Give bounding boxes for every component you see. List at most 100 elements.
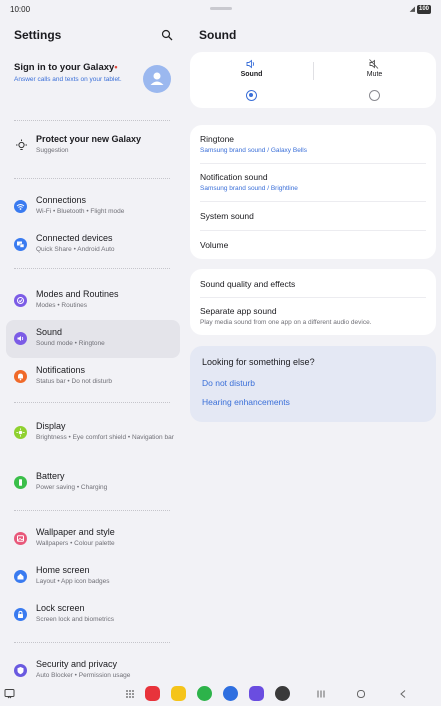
volume-row[interactable]: Volume xyxy=(190,230,436,259)
sidebar-item-notifications[interactable]: Notifications Status bar • Do not distur… xyxy=(6,358,180,396)
row-title: Ringtone xyxy=(200,134,235,144)
ringtone-row[interactable]: Ringtone Samsung brand sound / Galaxy Be… xyxy=(190,125,436,163)
status-time: 10:00 xyxy=(10,5,31,14)
sidebar-item-sub: Status bar • Do not disturb xyxy=(36,378,112,385)
sound-detail-pane: Sound Sound Mute Ringtone Samsung brand … xyxy=(190,18,436,684)
row-description: Play media sound from one app on a diffe… xyxy=(200,319,372,326)
bell-icon xyxy=(14,370,27,383)
devices-icon xyxy=(14,238,27,251)
sidebar-item-label: Connected devices xyxy=(36,233,113,243)
speaker-icon xyxy=(246,59,255,69)
sidebar-item-sub: Power saving • Charging xyxy=(36,484,108,491)
sidebar-item-display[interactable]: Display Brightness • Eye comfort shield … xyxy=(6,414,180,452)
sidebar-item-sub: Screen lock and biometrics xyxy=(36,616,115,623)
divider xyxy=(14,120,170,121)
sound-mode-option[interactable]: Sound xyxy=(190,52,313,108)
sound-settings-card: Ringtone Samsung brand sound / Galaxy Be… xyxy=(190,125,436,259)
apps-grid-icon[interactable] xyxy=(125,689,135,699)
sidebar-item-sub: Sound mode • Ringtone xyxy=(36,340,105,347)
sound-mode-card: Sound Mute xyxy=(190,52,436,108)
suggestion-subtitle: Suggestion xyxy=(36,147,69,154)
row-title: Sound quality and effects xyxy=(200,279,296,289)
lock-icon xyxy=(14,608,27,621)
pane-handle[interactable] xyxy=(210,7,232,10)
sidebar-item-sub: Wi-Fi • Bluetooth • Flight mode xyxy=(36,208,125,215)
person-icon xyxy=(150,72,164,85)
sidebar-item-sub: Brightness • Eye comfort shield • Naviga… xyxy=(36,434,174,441)
sidebar-item-home-screen[interactable]: Home screen Layout • App icon badges xyxy=(6,558,180,596)
browser-app-icon[interactable] xyxy=(249,686,264,701)
sidebar-item-battery[interactable]: Battery Power saving • Charging xyxy=(6,464,180,502)
home-button-icon[interactable] xyxy=(356,689,366,699)
search-icon[interactable] xyxy=(161,29,173,41)
looking-for-card: Looking for something else? Do not distu… xyxy=(190,346,436,422)
phone-app-icon[interactable] xyxy=(197,686,212,701)
settings-list-pane: Settings Sign in to your Galaxy• Answer … xyxy=(0,18,186,684)
mute-mode-label: Mute xyxy=(366,71,383,78)
mute-icon xyxy=(369,59,379,69)
system-sound-row[interactable]: System sound xyxy=(190,201,436,230)
page-title: Settings xyxy=(14,28,62,42)
row-title: System sound xyxy=(200,211,254,221)
sidebar-item-connected-devices[interactable]: Connected devices Quick Share • Android … xyxy=(6,226,180,264)
looking-title: Looking for something else? xyxy=(202,357,315,367)
notes-app-icon[interactable] xyxy=(145,686,160,701)
shield-icon xyxy=(14,664,27,677)
sound-effects-card: Sound quality and effects Separate app s… xyxy=(190,269,436,335)
files-app-icon[interactable] xyxy=(171,686,186,701)
home-icon xyxy=(14,570,27,583)
detail-title: Sound xyxy=(199,28,237,42)
status-bar: 10:00 ◢ 100 xyxy=(0,0,441,18)
row-value: Samsung brand sound / Galaxy Bells xyxy=(200,147,307,154)
notification-sound-row[interactable]: Notification sound Samsung brand sound /… xyxy=(190,163,436,201)
avatar[interactable] xyxy=(143,65,171,93)
sidebar-item-sub: Modes • Routines xyxy=(36,302,88,309)
divider xyxy=(14,402,170,403)
divider xyxy=(14,510,170,511)
sound-radio[interactable] xyxy=(246,90,257,101)
sidebar-item-label: Lock screen xyxy=(36,603,85,613)
lightbulb-icon xyxy=(16,139,27,150)
wifi-icon xyxy=(14,200,27,213)
mute-mode-option[interactable]: Mute xyxy=(313,52,436,108)
account-subtitle: Answer calls and texts on your tablet. xyxy=(14,76,122,83)
suggestion-item[interactable]: Protect your new Galaxy Suggestion xyxy=(6,127,180,165)
sidebar-item-label: Wallpaper and style xyxy=(36,527,115,537)
sidebar-item-label: Battery xyxy=(36,471,65,481)
palette-icon xyxy=(14,532,27,545)
sound-quality-row[interactable]: Sound quality and effects xyxy=(190,269,436,297)
camera-app-icon[interactable] xyxy=(275,686,290,701)
check-circle-icon xyxy=(14,294,27,307)
sidebar-item-connections[interactable]: Connections Wi-Fi • Bluetooth • Flight m… xyxy=(6,188,180,226)
sidebar-item-label: Notifications xyxy=(36,365,86,375)
link-do-not-disturb[interactable]: Do not disturb xyxy=(202,378,255,388)
sun-icon xyxy=(14,426,27,439)
sidebar-item-label: Sound xyxy=(36,327,63,337)
speaker-icon xyxy=(14,332,27,345)
sidebar-item-modes-routines[interactable]: Modes and Routines Modes • Routines xyxy=(6,282,180,320)
sidebar-item-sound[interactable]: Sound Sound mode • Ringtone xyxy=(6,320,180,358)
divider xyxy=(14,268,170,269)
sidebar-item-sub: Wallpapers • Colour palette xyxy=(36,540,115,547)
keyboard-icon[interactable] xyxy=(4,688,15,699)
sidebar-item-sub: Quick Share • Android Auto xyxy=(36,246,115,253)
messages-app-icon[interactable] xyxy=(223,686,238,701)
divider xyxy=(14,642,170,643)
row-title: Volume xyxy=(200,240,229,250)
sidebar-item-lock-screen[interactable]: Lock screen Screen lock and biometrics xyxy=(6,596,180,634)
battery-icon: 100 xyxy=(417,5,431,14)
sidebar-item-wallpaper[interactable]: Wallpaper and style Wallpapers • Colour … xyxy=(6,520,180,558)
link-hearing-enhancements[interactable]: Hearing enhancements xyxy=(202,397,290,407)
sidebar-item-label: Display xyxy=(36,421,66,431)
sidebar-item-label: Connections xyxy=(36,195,87,205)
row-value: Samsung brand sound / Brightline xyxy=(200,185,298,192)
sidebar-item-sub: Layout • App icon badges xyxy=(36,578,110,585)
divider xyxy=(14,178,170,179)
back-icon[interactable] xyxy=(398,689,408,699)
mute-radio[interactable] xyxy=(369,90,380,101)
notification-dot-icon: • xyxy=(114,62,118,72)
navigation-bar xyxy=(0,684,441,706)
separate-app-sound-row[interactable]: Separate app sound Play media sound from… xyxy=(190,297,436,335)
recents-icon[interactable] xyxy=(316,689,326,699)
sidebar-item-security[interactable]: Security and privacy Auto Blocker • Perm… xyxy=(6,652,180,684)
